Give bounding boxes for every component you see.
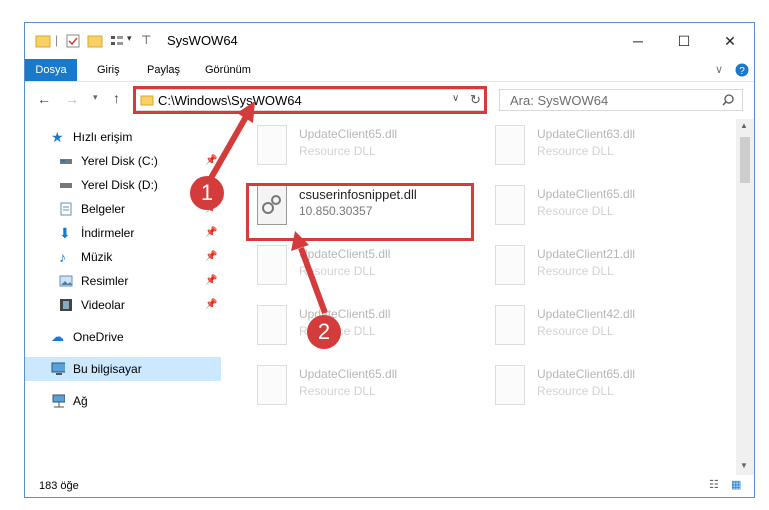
- arrow-2-head: [291, 231, 309, 251]
- arrow-2: [298, 246, 328, 315]
- explorer-window: | ▾ ⊤ SysWOW64 ─ ☐ ✕ Dosya Giriş Paylaş …: [24, 22, 755, 498]
- arrow-1: [208, 113, 250, 180]
- step-1-badge: 1: [190, 176, 224, 210]
- annotation-arrows: [208, 101, 328, 315]
- step-2-badge: 2: [307, 315, 341, 349]
